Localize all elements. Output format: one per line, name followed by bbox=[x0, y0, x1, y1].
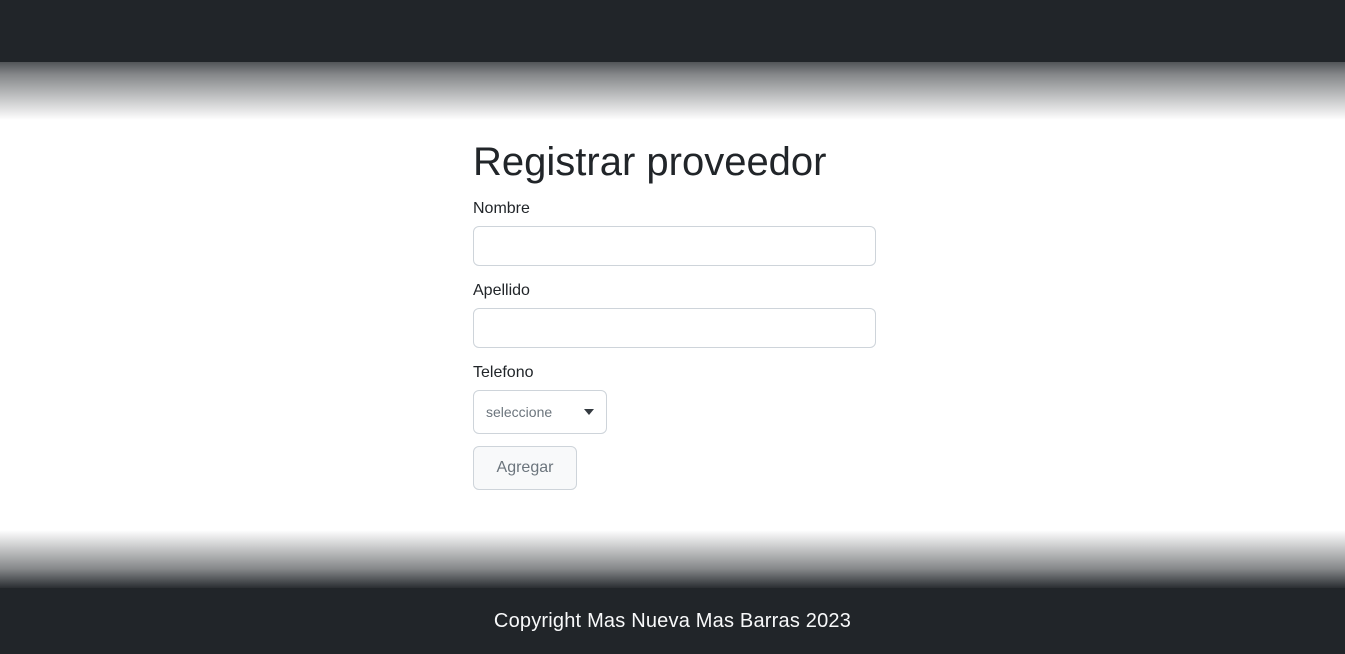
first-name-label: Nombre bbox=[473, 200, 530, 217]
phone-label: Telefono bbox=[473, 364, 534, 381]
supplier-form: Registrar proveedor Nombre Apellido Tele… bbox=[473, 138, 878, 490]
copyright-text: Copyright Mas Nueva Mas Barras 2023 bbox=[493, 609, 852, 632]
top-navbar-shadow bbox=[0, 50, 1345, 120]
phone-select[interactable]: seleccione bbox=[473, 390, 607, 434]
footer: Copyright Mas Nueva Mas Barras 2023 bbox=[0, 588, 1345, 654]
first-name-group: Nombre bbox=[473, 200, 878, 266]
last-name-label: Apellido bbox=[473, 282, 530, 299]
phone-select-value: seleccione bbox=[486, 404, 553, 420]
page: Registrar proveedor Nombre Apellido Tele… bbox=[0, 0, 1345, 654]
submit-button[interactable]: Agregar bbox=[473, 446, 577, 490]
page-title: Registrar proveedor bbox=[473, 140, 827, 184]
footer-shadow bbox=[0, 530, 1345, 590]
last-name-group: Apellido bbox=[473, 282, 878, 348]
phone-group: Telefono seleccione bbox=[473, 364, 878, 434]
last-name-input[interactable] bbox=[473, 308, 876, 348]
first-name-input[interactable] bbox=[473, 226, 876, 266]
chevron-down-icon bbox=[584, 409, 594, 415]
